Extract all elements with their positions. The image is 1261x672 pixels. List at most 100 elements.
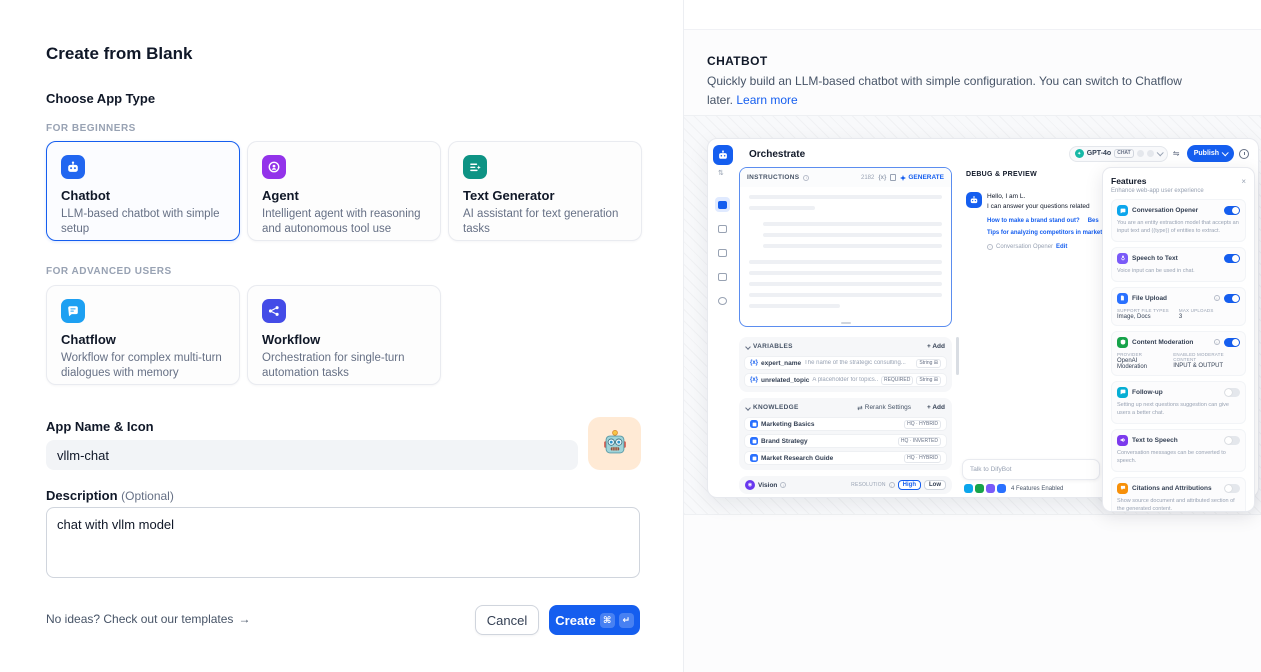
variable-row: {x} expert_name The name of the strategi… — [744, 356, 947, 370]
chatflow-icon — [61, 299, 85, 323]
type-tag: String ⊞ — [916, 376, 941, 385]
mock-header-controls: ✦ GPT-4o CHAT ⇋ Publish — [1069, 145, 1249, 162]
opener-feature-icon — [964, 484, 973, 493]
type-tag: String ⊞ — [916, 359, 941, 368]
arrow-right-icon: → — [238, 612, 250, 626]
citation-icon — [1117, 483, 1128, 494]
feature-item-speech-to-text: Speech to Text Voice input can be used i… — [1111, 247, 1246, 282]
chatbot-icon — [61, 155, 85, 179]
mock-chat-message: Hello, I am L. I can answer your questio… — [966, 192, 1100, 250]
skeleton-line — [749, 271, 942, 275]
variable-braces-icon: {x} — [878, 175, 886, 181]
skeleton-line — [749, 195, 942, 199]
add-knowledge-button: + Add — [927, 404, 945, 411]
robot-emoji-icon — [600, 429, 630, 459]
card-desc: Workflow for complex multi-turn dialogue… — [61, 351, 225, 381]
agent-icon — [262, 155, 286, 179]
knowledge-row: Market Research Guide HQ · HYBRID — [744, 451, 947, 465]
mock-debug-column: DEBUG & PREVIEW Hello, I am L. I can ans… — [962, 167, 1100, 497]
app-name-input[interactable] — [46, 440, 578, 470]
rerank-icon: ⇄ — [857, 404, 862, 412]
description-label: Description (Optional) — [46, 488, 174, 503]
resolution-low-pill: Low — [924, 480, 946, 490]
file-upload-icon — [1117, 293, 1128, 304]
create-app-modal: Create from Blank Choose App Type FOR BE… — [0, 0, 1261, 672]
resolution-high-pill: High — [898, 480, 921, 490]
suggestion-links: Tips for analyzing competitors in market — [987, 230, 1102, 236]
mock-model-selector: ✦ GPT-4o CHAT — [1069, 146, 1168, 162]
bot-avatar-icon — [966, 192, 982, 208]
mock-switch-icon: ⇅ — [718, 170, 727, 177]
dataset-icon — [750, 454, 758, 462]
retrieval-tag: HQ · HYBRID — [904, 454, 941, 463]
mock-features-panel: Features × Enhance web-app user experien… — [1102, 167, 1255, 512]
info-icon: i — [1214, 295, 1220, 301]
variable-braces-icon: {x} — [750, 360, 758, 366]
app-type-card-text-generator[interactable]: Text Generator AI assistant for text gen… — [448, 141, 642, 241]
app-type-card-workflow[interactable]: Workflow Orchestration for single-turn a… — [247, 285, 441, 385]
feature-item-text-to-speech: Text to Speech Conversation messages can… — [1111, 429, 1246, 472]
opener-icon: ◌ — [987, 244, 993, 250]
history-clock-icon — [1239, 149, 1249, 159]
card-title: Chatbot — [61, 188, 225, 203]
mock-nav-icons — [715, 197, 730, 308]
optional-label: (Optional) — [121, 489, 174, 503]
toggle-on — [1224, 254, 1240, 263]
chevron-down-icon — [1156, 149, 1163, 156]
copy-icon — [890, 174, 896, 181]
upload-feature-icon — [997, 484, 1006, 493]
conversation-opener-icon — [1117, 205, 1128, 216]
enter-key-icon: ↵ — [619, 613, 634, 628]
app-icon-picker[interactable] — [588, 417, 641, 470]
mock-instructions-panel: INSTRUCTIONS i 2182 {x} GENERATE — [739, 167, 952, 327]
mock-vision-row: ◉ Vision i RESOLUTION i High Low — [739, 476, 952, 494]
conversation-opener-row: ◌ Conversation Opener Edit — [987, 244, 1102, 250]
generate-button: GENERATE — [900, 174, 944, 181]
create-button[interactable]: Create ⌘ ↵ — [549, 605, 640, 635]
cancel-button[interactable]: Cancel — [475, 605, 539, 635]
model-setting-icon — [1137, 150, 1144, 157]
vision-eye-icon: ◉ — [745, 480, 755, 490]
card-desc: AI assistant for text generation tasks — [463, 207, 627, 237]
skeleton-line — [749, 260, 942, 264]
toggle-on — [1224, 294, 1240, 303]
suggestion-links: How to make a brand stand out? Bes — [987, 218, 1102, 224]
mock-chat-input: Talk to DifyBot — [962, 459, 1100, 480]
feature-item-content-moderation: Content Moderation i PROVIDEROpenAI Mode… — [1111, 331, 1246, 376]
toggle-off — [1224, 436, 1240, 445]
card-desc: LLM-based chatbot with simple setup — [61, 207, 225, 237]
toggle-on — [1224, 338, 1240, 347]
toggle-off — [1224, 388, 1240, 397]
rerank-settings-button: ⇄ Rerank Settings — [857, 404, 911, 412]
mock-nav-image-icon — [715, 221, 730, 236]
preview-heading: CHATBOT — [707, 54, 768, 68]
app-type-card-agent[interactable]: Agent Intelligent agent with reasoning a… — [247, 141, 441, 241]
required-tag: REQUIRED — [881, 376, 913, 385]
templates-link[interactable]: No ideas? Check out our templates → — [46, 612, 250, 626]
workflow-icon — [262, 299, 286, 323]
feature-item-file-upload: File Upload i SUPPORT FILE TYPESImage, D… — [1111, 287, 1246, 326]
follow-up-icon — [1117, 387, 1128, 398]
card-title: Chatflow — [61, 332, 225, 347]
model-mode-badge: CHAT — [1114, 149, 1134, 158]
preview-description: Quickly build an LLM-based chatbot with … — [707, 72, 1189, 109]
learn-more-link[interactable]: Learn more — [736, 93, 797, 107]
preview-panel: CHATBOT Quickly build an LLM-based chatb… — [683, 0, 1261, 672]
scrollbar — [956, 337, 959, 375]
model-setting-icon — [1147, 150, 1154, 157]
app-type-card-chatbot[interactable]: Chatbot LLM-based chatbot with simple se… — [46, 141, 240, 241]
card-desc: Intelligent agent with reasoning and aut… — [262, 207, 426, 237]
mock-nav-logs-icon — [715, 245, 730, 260]
for-advanced-users-label: FOR ADVANCED USERS — [46, 266, 172, 277]
description-textarea[interactable]: chat with vllm model — [46, 507, 640, 578]
variable-braces-icon: {x} — [750, 377, 758, 383]
greeting-text: Hello, I am L. I can answer your questio… — [987, 192, 1102, 212]
edit-link: Edit — [1056, 244, 1067, 250]
cmd-key-icon: ⌘ — [600, 613, 615, 628]
toggle-off — [1224, 484, 1240, 493]
instructions-skeleton — [740, 187, 951, 323]
chevron-down-icon — [745, 405, 751, 411]
app-type-card-chatflow[interactable]: Chatflow Workflow for complex multi-turn… — [46, 285, 240, 385]
debug-preview-title: DEBUG & PREVIEW — [966, 171, 1100, 178]
skeleton-line — [749, 304, 840, 308]
